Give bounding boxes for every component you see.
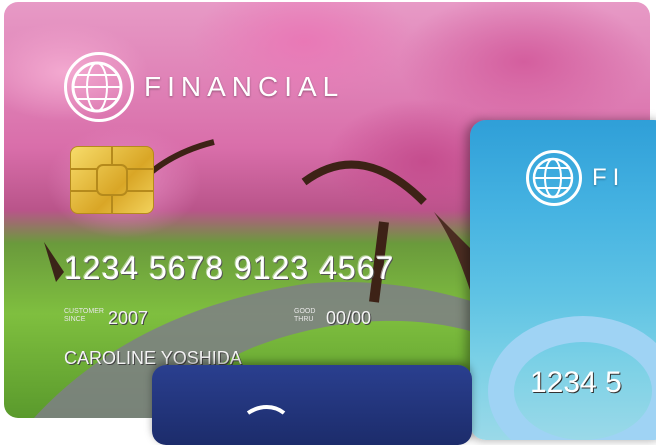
good-thru-value: 00/00 <box>326 308 372 328</box>
brand-name: FI <box>592 164 626 191</box>
card-number: 1234 5678 9123 4567 <box>64 250 395 286</box>
financial-logo: FI <box>526 150 625 206</box>
blue-card <box>152 365 472 445</box>
customer-since-label: CUSTOMER SINCE <box>64 308 104 323</box>
good-thru-label: GOOD THRU <box>294 308 316 323</box>
globe-icon <box>526 150 582 206</box>
globe-icon <box>246 405 286 415</box>
chip-icon <box>70 146 154 214</box>
globe-icon <box>64 52 134 122</box>
card-number: 1234 5 <box>530 366 622 399</box>
ocean-card: FI 1234 5 <box>470 120 656 440</box>
financial-logo: FINANCIAL <box>64 52 344 122</box>
customer-since-value: 2007 <box>108 308 149 328</box>
brand-name: FINANCIAL <box>144 71 345 102</box>
